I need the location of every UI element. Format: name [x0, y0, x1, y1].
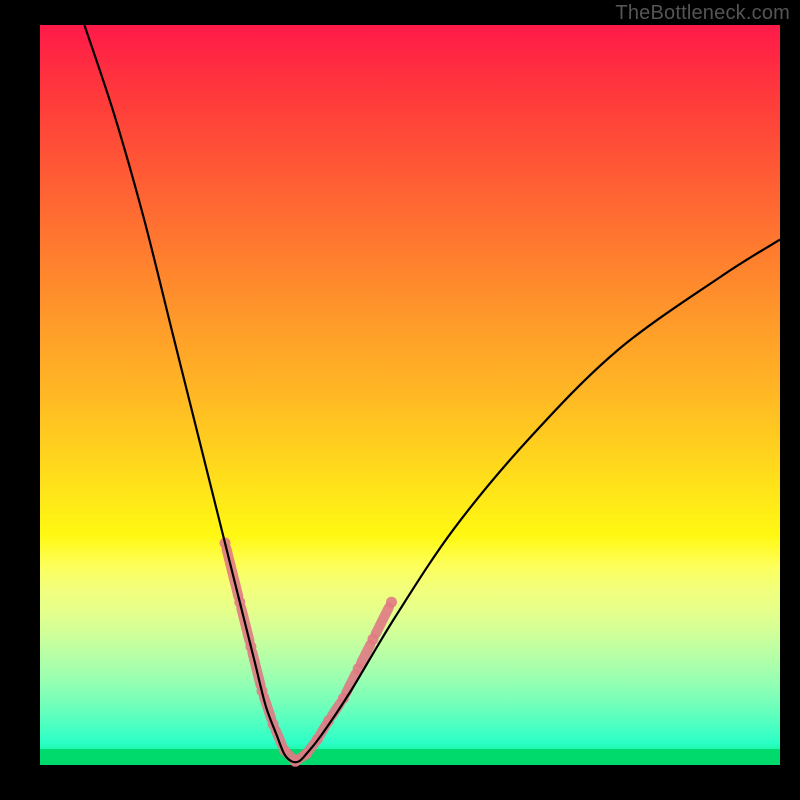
- marker-dot: [386, 597, 397, 608]
- watermark-text: TheBottleneck.com: [615, 2, 790, 25]
- curve-svg: [40, 25, 780, 765]
- bottleneck-curve: [84, 25, 780, 762]
- chart-container: TheBottleneck.com: [0, 0, 800, 800]
- marker-dot: [368, 634, 379, 645]
- marker-group: [220, 538, 398, 767]
- plot-area: [40, 25, 780, 765]
